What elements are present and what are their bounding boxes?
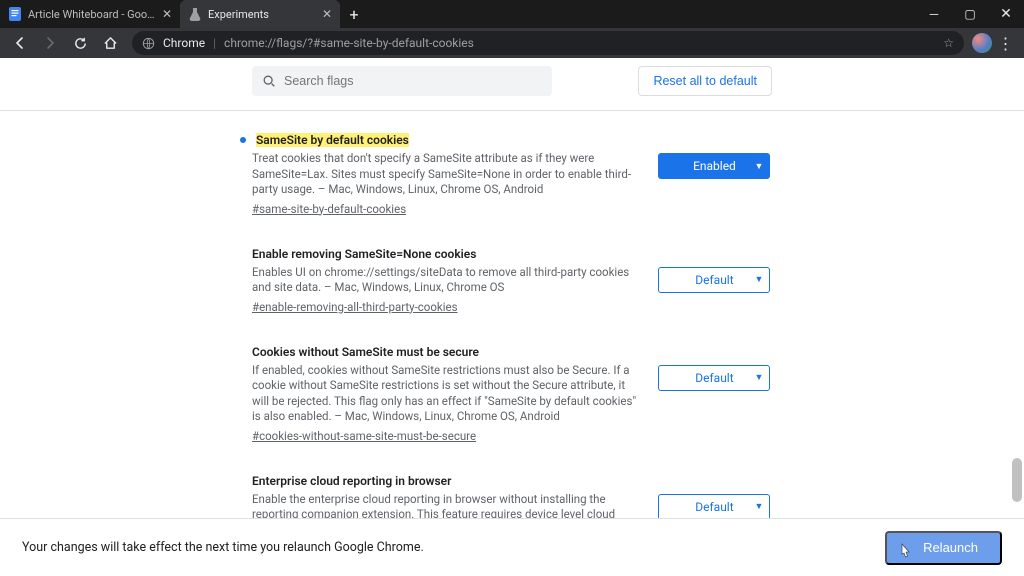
close-window-button[interactable]: ✕ — [988, 0, 1024, 28]
flag-anchor-link[interactable]: #cookies-without-same-site-must-be-secur… — [252, 429, 476, 443]
browser-tab-1[interactable]: Experiments ✕ — [180, 0, 340, 28]
close-icon[interactable]: ✕ — [322, 7, 332, 21]
flag-item: Enable removing SameSite=None cookies En… — [252, 243, 772, 315]
url-separator: | — [213, 36, 216, 50]
flags-topbar: Reset all to default — [242, 66, 782, 96]
new-tab-button[interactable]: + — [340, 0, 368, 28]
forward-button[interactable] — [36, 30, 64, 56]
home-button[interactable] — [96, 30, 124, 56]
search-flags-box[interactable] — [252, 66, 552, 96]
url-scheme-chip: Chrome — [163, 36, 205, 50]
url-path: chrome://flags/?#same-site-by-default-co… — [224, 36, 474, 50]
minimize-button[interactable]: ─ — [916, 0, 952, 28]
search-icon — [262, 74, 276, 88]
tab-title: Experiments — [208, 8, 316, 21]
select-value: Default — [695, 371, 733, 385]
flag-state-select[interactable]: Default ▼ — [658, 494, 770, 520]
flask-icon — [188, 7, 202, 21]
reset-all-button[interactable]: Reset all to default — [638, 66, 772, 96]
back-button[interactable] — [6, 30, 34, 56]
search-input[interactable] — [284, 74, 542, 88]
tab-title: Article Whiteboard - Google Docs — [28, 8, 156, 21]
flag-title: Enterprise cloud reporting in browser — [252, 474, 451, 488]
content-area: Reset all to default SameSite by default… — [0, 58, 1024, 576]
flag-state-select[interactable]: Default ▼ — [658, 267, 770, 293]
browser-toolbar: Chrome | chrome://flags/?#same-site-by-d… — [0, 28, 1024, 58]
close-icon[interactable]: ✕ — [162, 7, 172, 21]
relaunch-label: Relaunch — [923, 540, 978, 555]
reload-button[interactable] — [66, 30, 94, 56]
chevron-down-icon: ▼ — [755, 501, 764, 512]
select-value: Default — [695, 500, 733, 514]
window-titlebar: Article Whiteboard - Google Docs ✕ Exper… — [0, 0, 1024, 28]
flag-state-select[interactable]: Enabled ▼ — [658, 153, 770, 179]
vertical-scrollbar[interactable] — [1012, 458, 1022, 502]
flag-title: Enable removing SameSite=None cookies — [252, 247, 476, 261]
pointer-cursor-icon — [897, 542, 913, 560]
active-indicator-dot — [240, 137, 246, 143]
chevron-down-icon: ▼ — [755, 274, 764, 285]
relaunch-footer: Your changes will take effect the next t… — [0, 518, 1024, 576]
flags-list: SameSite by default cookies Treat cookie… — [242, 111, 782, 576]
globe-icon — [142, 37, 155, 50]
flag-description: Enables UI on chrome://settings/siteData… — [252, 265, 640, 296]
footer-message: Your changes will take effect the next t… — [22, 540, 424, 555]
docs-icon — [8, 7, 22, 21]
kebab-menu-icon[interactable]: ⋮ — [994, 34, 1018, 53]
flag-state-select[interactable]: Default ▼ — [658, 365, 770, 391]
address-bar[interactable]: Chrome | chrome://flags/?#same-site-by-d… — [132, 31, 964, 55]
maximize-button[interactable]: ▢ — [952, 0, 988, 28]
bookmark-star-icon[interactable]: ☆ — [943, 36, 954, 50]
flag-item: SameSite by default cookies Treat cookie… — [252, 129, 772, 217]
tab-strip: Article Whiteboard - Google Docs ✕ Exper… — [0, 0, 368, 28]
window-controls: ─ ▢ ✕ — [916, 0, 1024, 28]
select-value: Default — [695, 273, 733, 287]
flag-anchor-link[interactable]: #same-site-by-default-cookies — [252, 202, 406, 216]
select-value: Enabled — [693, 159, 736, 173]
flag-title: SameSite by default cookies — [256, 133, 409, 147]
flag-description: If enabled, cookies without SameSite res… — [252, 363, 640, 425]
flag-title: Cookies without SameSite must be secure — [252, 345, 479, 359]
chevron-down-icon: ▼ — [755, 372, 764, 383]
chevron-down-icon: ▼ — [755, 161, 764, 172]
flag-item: Cookies without SameSite must be secure … — [252, 341, 772, 444]
browser-tab-0[interactable]: Article Whiteboard - Google Docs ✕ — [0, 0, 180, 28]
flag-anchor-link[interactable]: #enable-removing-all-third-party-cookies — [252, 300, 458, 314]
profile-avatar[interactable] — [972, 33, 992, 53]
relaunch-button[interactable]: Relaunch — [885, 531, 1002, 565]
flag-description: Treat cookies that don't specify a SameS… — [252, 151, 640, 198]
